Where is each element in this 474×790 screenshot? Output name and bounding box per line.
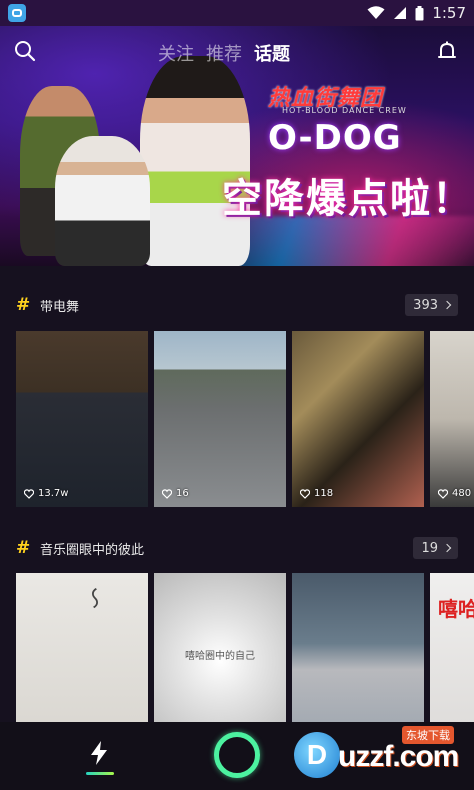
topic-count: 19 — [421, 540, 438, 556]
chevron-right-icon — [442, 300, 452, 310]
like-count: 118 — [300, 488, 333, 499]
hashtag-icon: # — [16, 538, 31, 558]
tab-recommended[interactable]: 推荐 — [206, 40, 242, 66]
feed-tabs: 关注 推荐 话题 — [158, 40, 290, 66]
banner-subheadline: 空降爆点啦！ — [222, 176, 474, 222]
like-count: 480 — [438, 488, 471, 499]
active-tab-indicator — [86, 772, 114, 775]
topic-count-button[interactable]: 393 — [405, 294, 458, 316]
topic-count: 393 — [413, 297, 438, 313]
handwritten-note-image: 〜 — [80, 587, 105, 613]
topic-video-row: 〜 嘻哈圈中的自己 嘻哈 — [16, 573, 474, 723]
topic-video-row: 13.7w 16 118 480 — [16, 331, 474, 507]
notification-bell-icon[interactable] — [436, 40, 458, 64]
video-overlay-text: 嘻哈圈中的自己 — [185, 651, 255, 662]
site-watermark: D 东坡下载 uzzf.com — [290, 724, 470, 784]
topic-header[interactable]: # 音乐圈眼中的彼此 19 — [0, 533, 474, 563]
video-thumbnail[interactable]: 13.7w — [16, 331, 148, 507]
app-notification-icon — [8, 4, 26, 22]
heart-icon — [162, 488, 172, 499]
topic-header[interactable]: # 带电舞 393 — [0, 290, 474, 320]
like-count-value: 480 — [452, 488, 472, 499]
heart-icon — [24, 488, 34, 499]
battery-icon — [415, 5, 424, 20]
search-icon[interactable] — [14, 40, 36, 62]
like-count: 13.7w — [24, 488, 68, 499]
wifi-icon — [367, 6, 385, 19]
like-count-value: 118 — [314, 488, 334, 499]
video-thumbnail[interactable] — [292, 573, 424, 723]
chevron-right-icon — [442, 543, 452, 553]
video-thumbnail[interactable]: 〜 — [16, 573, 148, 723]
banner-headline: O-DOG — [268, 118, 402, 158]
video-thumbnail[interactable]: 16 — [154, 331, 286, 507]
video-overlay-text: 嘻哈 — [438, 597, 474, 621]
like-count-value: 16 — [176, 488, 189, 499]
lightning-icon[interactable] — [88, 740, 110, 766]
banner-show-logo-subtitle: HOT-BLOOD DANCE CREW — [282, 106, 407, 115]
like-count-value: 13.7w — [38, 488, 69, 499]
hashtag-icon: # — [16, 295, 31, 315]
status-bar: 1:57 — [0, 0, 474, 26]
watermark-logo: D — [294, 732, 340, 778]
tab-following[interactable]: 关注 — [158, 40, 194, 66]
banner-dancer-image — [55, 136, 150, 266]
topic-count-button[interactable]: 19 — [413, 537, 458, 559]
heart-icon — [438, 488, 448, 499]
video-thumbnail[interactable]: 118 — [292, 331, 424, 507]
signal-icon — [394, 7, 407, 19]
record-button[interactable] — [214, 732, 260, 778]
topic-name: 带电舞 — [40, 299, 80, 315]
heart-icon — [300, 488, 310, 499]
video-thumbnail[interactable]: 480 — [430, 331, 474, 507]
watermark-text: uzzf.com — [338, 740, 459, 773]
video-thumbnail[interactable]: 嘻哈 — [430, 573, 474, 723]
banner-dancer-image — [140, 56, 250, 266]
status-time: 1:57 — [432, 4, 466, 22]
tab-topics[interactable]: 话题 — [254, 40, 290, 66]
topic-name: 音乐圈眼中的彼此 — [40, 542, 145, 558]
video-thumbnail[interactable]: 嘻哈圈中的自己 — [154, 573, 286, 723]
top-navigation: 关注 推荐 话题 — [0, 36, 474, 70]
like-count: 16 — [162, 488, 189, 499]
